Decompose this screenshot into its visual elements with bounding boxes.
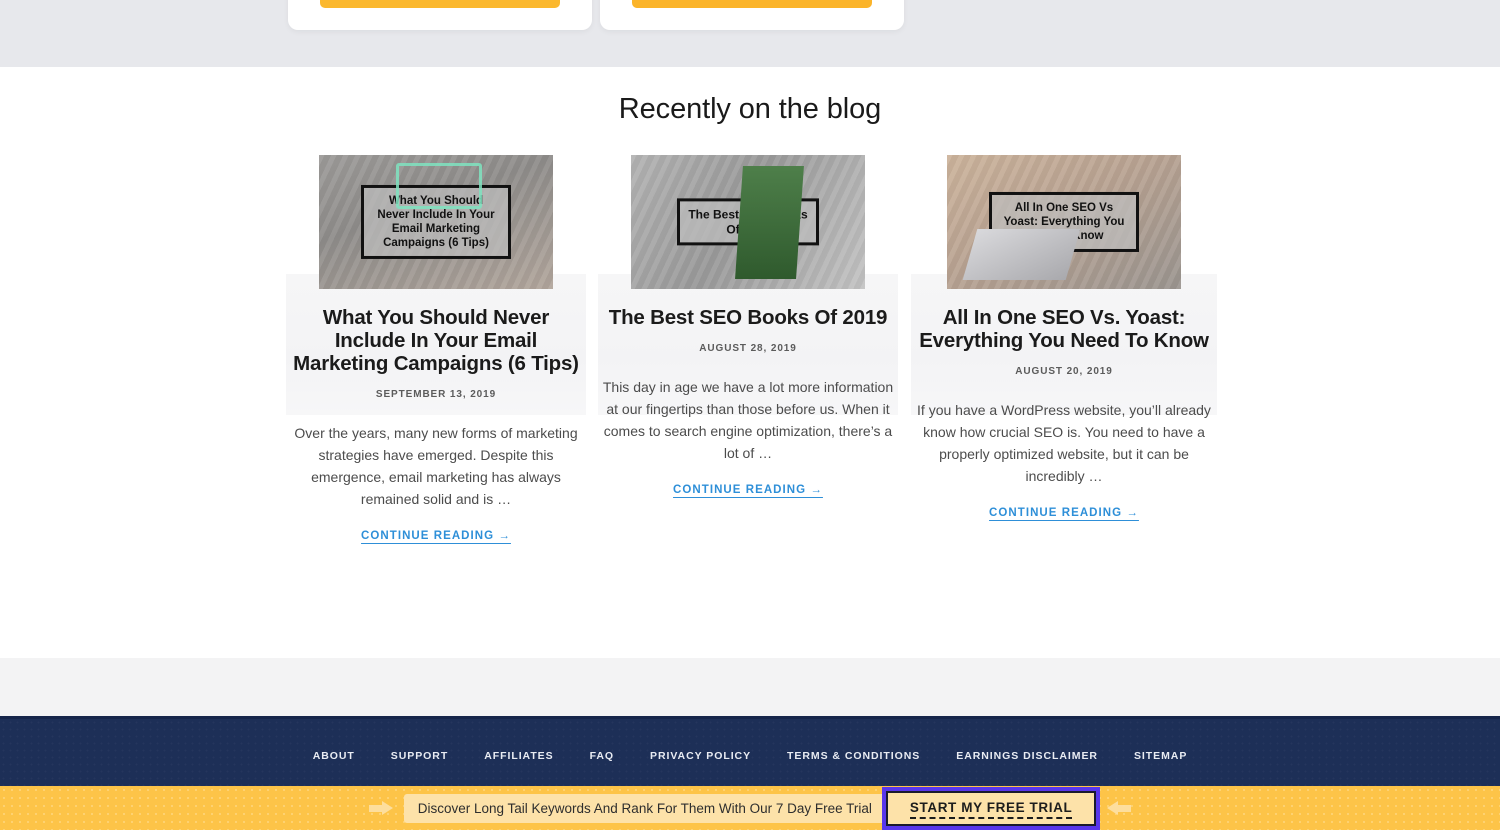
start-free-trial-button[interactable]: START MY FREE TRIAL xyxy=(881,786,1101,830)
page-root: Recently on the blog What You Should Nev… xyxy=(0,0,1500,830)
blog-post-card: All In One SEO Vs Yoast: Everything You … xyxy=(911,155,1217,521)
continue-reading-link[interactable]: CONTINUE READING → xyxy=(673,484,823,496)
post-date: SEPTEMBER 13, 2019 xyxy=(375,388,497,400)
continue-reading-link[interactable]: CONTINUE READING → xyxy=(989,507,1139,519)
cta-message: Discover Long Tail Keywords And Rank For… xyxy=(403,793,886,823)
cta-content: Discover Long Tail Keywords And Rank For… xyxy=(368,786,1132,830)
sticky-cta-bar: Discover Long Tail Keywords And Rank For… xyxy=(0,786,1500,830)
post-thumbnail-caption: What You Should Never Include In Your Em… xyxy=(361,184,511,260)
post-date: AUGUST 20, 2019 xyxy=(1015,365,1113,377)
footer-link-affiliates[interactable]: AFFILIATES xyxy=(466,750,571,762)
footer-link-support[interactable]: SUPPORT xyxy=(373,750,466,762)
arrow-left-icon xyxy=(1105,799,1132,817)
pricing-preview-band xyxy=(0,0,1500,67)
post-title[interactable]: All In One SEO Vs. Yoast: Everything You… xyxy=(911,306,1217,353)
post-thumbnail[interactable]: What You Should Never Include In Your Em… xyxy=(319,155,553,289)
post-thumbnail-caption: All In One SEO Vs Yoast: Everything You … xyxy=(989,191,1139,253)
pricing-card-1[interactable] xyxy=(288,0,592,30)
footer-link-faq[interactable]: FAQ xyxy=(572,750,632,762)
pricing-card-2[interactable] xyxy=(600,0,904,30)
section-heading: Recently on the blog xyxy=(618,93,882,125)
post-thumbnail[interactable]: All In One SEO Vs Yoast: Everything You … xyxy=(947,155,1181,289)
pricing-card-1-button[interactable] xyxy=(320,0,560,8)
post-title[interactable]: The Best SEO Books Of 2019 xyxy=(598,306,898,330)
post-thumbnail[interactable]: The Best SEO Books Of 2019 xyxy=(631,155,865,289)
continue-reading-link[interactable]: CONTINUE READING → xyxy=(361,530,511,542)
footer-link-sitemap[interactable]: SITEMAP xyxy=(1116,750,1205,762)
footer-nav: ABOUT SUPPORT AFFILIATES FAQ PRIVACY POL… xyxy=(0,750,1500,762)
pricing-card-2-button[interactable] xyxy=(632,0,872,8)
post-excerpt: Over the years, many new forms of market… xyxy=(294,424,578,508)
footer-link-earnings-disclaimer[interactable]: EARNINGS DISCLAIMER xyxy=(938,750,1116,762)
post-title[interactable]: What You Should Never Include In Your Em… xyxy=(286,306,586,376)
footer-link-about[interactable]: ABOUT xyxy=(295,750,373,762)
post-thumbnail-caption: The Best SEO Books Of 2019 xyxy=(677,198,819,246)
blog-post-card: What You Should Never Include In Your Em… xyxy=(286,155,586,544)
pre-footer-strip xyxy=(0,658,1500,716)
footer-link-terms-conditions[interactable]: TERMS & CONDITIONS xyxy=(769,750,938,762)
site-footer: ABOUT SUPPORT AFFILIATES FAQ PRIVACY POL… xyxy=(0,716,1500,786)
post-excerpt: This day in age we have a lot more infor… xyxy=(602,378,894,462)
post-date: AUGUST 28, 2019 xyxy=(699,342,797,354)
footer-link-privacy-policy[interactable]: PRIVACY POLICY xyxy=(632,750,769,762)
recent-blog-section: Recently on the blog What You Should Nev… xyxy=(0,67,1500,658)
start-free-trial-button-label: START MY FREE TRIAL xyxy=(909,799,1073,819)
arrow-right-icon xyxy=(368,799,395,817)
post-excerpt: If you have a WordPress website, you’ll … xyxy=(917,401,1211,485)
blog-post-card: The Best SEO Books Of 2019 The Best SEO … xyxy=(598,155,898,498)
